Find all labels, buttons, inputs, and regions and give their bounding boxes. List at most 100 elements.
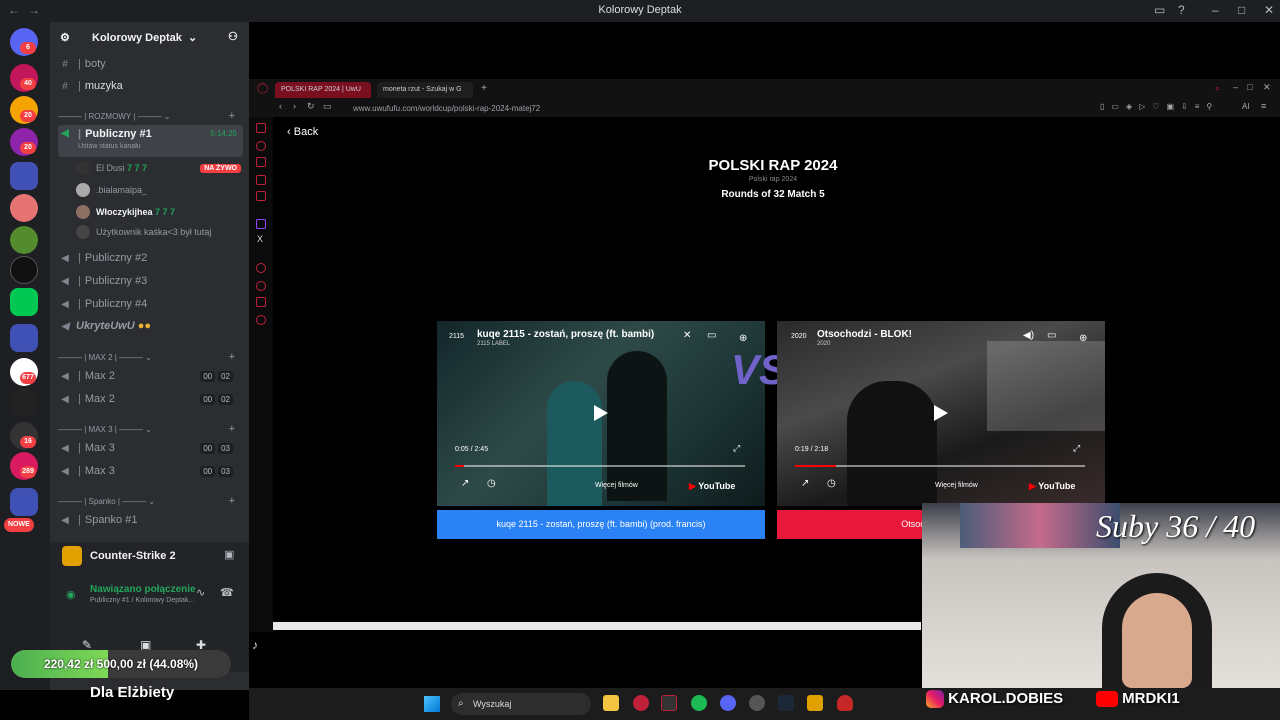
channel-publiczny-2[interactable]: ◀ | Publiczny #2 [58,248,243,268]
video-title[interactable]: Otsochodzi - BLOK! [817,329,912,340]
settings-icon[interactable] [256,315,266,325]
voice-user[interactable]: .bialamalpa_ [76,181,147,199]
youtube-logo[interactable]: ▶ YouTube [689,481,735,492]
help-icon[interactable]: ? [1178,3,1185,17]
spotify-icon[interactable] [691,695,707,711]
share-icon[interactable]: ↗ [461,478,469,489]
sidebar-icon[interactable] [256,191,266,201]
cs2-icon[interactable] [807,695,823,711]
search-tabs-icon[interactable]: ⌕ [1215,83,1220,94]
sidebar-icon[interactable] [256,175,266,185]
video-title[interactable]: kuqe 2115 - zostań, proszę (ft. bambi) [477,329,654,340]
category-max2[interactable]: ——— | MAX 2 | ——— ⌄ + [58,351,243,363]
sidebar-icon[interactable] [256,141,266,151]
channel-boty[interactable]: # | boty [58,54,243,74]
play-icon[interactable] [594,405,608,421]
video-player-right[interactable]: 2020 Otsochodzi - BLOK! 2020 ◀) ▭ ⊕ 0:19… [777,321,1105,506]
menu-icon[interactable]: ≡ [1261,101,1266,111]
ai-button[interactable]: AI [1242,102,1250,111]
noise-suppression-icon[interactable]: ∿ [196,586,205,599]
video-player-left[interactable]: 2115 kuqe 2115 - zostań, proszę (ft. bam… [437,321,765,506]
zoom-icon[interactable]: ⊕ [739,333,747,344]
sidebar-icon[interactable] [256,123,266,133]
back-icon[interactable]: ‹ [279,101,282,111]
vpn-icon[interactable]: ▭ [323,101,332,112]
discord-icon[interactable] [720,695,736,711]
obs-icon[interactable] [749,695,765,711]
watch-later-icon[interactable]: ◷ [827,478,836,489]
share-icon[interactable]: ↗ [801,478,809,489]
reload-icon[interactable]: ↻ [307,101,315,112]
add-channel-icon[interactable]: + [229,423,235,435]
inbox-icon[interactable]: ▭ [1154,3,1165,17]
channel-max3[interactable]: ◀ | Max 3 00 03 [58,438,243,458]
add-user-icon[interactable]: ⚇ [228,30,238,43]
twitch-icon[interactable] [256,219,266,229]
fullscreen-icon[interactable]: ⤢ [1073,443,1080,454]
channel-max2[interactable]: ◀ | Max 2 00 02 [58,389,243,409]
watch-later-icon[interactable]: ◷ [487,478,496,489]
category-rozmowy[interactable]: ——— | ROZMOWY | ——— ⌄ + [58,110,243,122]
file-explorer-icon[interactable] [603,695,619,711]
more-videos[interactable]: Więcej filmów [935,482,978,489]
channel-max2[interactable]: ◀ | Max 2 00 02 [58,366,243,386]
forward-icon[interactable]: › [293,101,296,111]
video-progress[interactable] [455,465,745,467]
activity-icon[interactable]: ▣ [224,548,234,561]
soundboard-icon[interactable]: ♪ [252,638,258,652]
gear-icon[interactable]: ⚙ [60,31,70,44]
captions-icon[interactable]: ▭ [707,330,716,341]
folder-icon[interactable] [10,324,38,352]
channel-publiczny-1[interactable]: ◀ | Publiczny #1 5:14:25 Ustaw status kana… [58,125,243,157]
fullscreen-icon[interactable]: ⤢ [733,443,740,454]
sidebar-icon[interactable] [256,263,266,273]
voice-user[interactable]: El Dusi 7 7 7 NA ŻYWO [76,159,241,177]
mute-icon[interactable]: ✕ [683,330,691,341]
horizontal-scrollbar[interactable] [273,622,921,630]
voice-user[interactable]: Włoczykijhea 7 7 7 [76,203,175,221]
sidebar-icon[interactable] [256,157,266,167]
new-tab-icon[interactable]: + [481,83,487,94]
taskbar-search[interactable]: ⌕ Wyszukaj [451,693,591,715]
maximize-icon[interactable]: □ [1247,82,1252,92]
vanguard-icon[interactable] [837,695,853,711]
windows-start-icon[interactable] [424,696,440,712]
volume-icon[interactable]: ◀) [1023,330,1034,341]
captions-icon[interactable]: ▭ [1047,330,1056,341]
opera-logo-icon[interactable]: ◯ [257,83,268,94]
minimize-icon[interactable]: – [1233,82,1238,92]
add-channel-icon[interactable]: + [229,110,235,122]
server-icon[interactable] [10,226,38,254]
add-channel-icon[interactable]: + [229,495,235,507]
close-icon[interactable]: ✕ [1263,82,1271,93]
add-channel-icon[interactable]: + [229,351,235,363]
app-icon[interactable] [661,695,677,711]
folder-icon[interactable] [10,162,38,190]
play-icon[interactable] [934,405,948,421]
opera-icon[interactable] [633,695,649,711]
channel-ukryte[interactable]: ◀ UkryteUwU ●● [58,316,243,336]
channel-spanko-1[interactable]: ◀ | Spanko #1 [58,510,243,530]
x-icon[interactable]: X [257,234,263,244]
tab-polski-rap[interactable]: POLSKI RAP 2024 | UwU [275,82,371,98]
channel-publiczny-3[interactable]: ◀ | Publiczny #3 [58,271,243,291]
history-icon[interactable] [256,281,266,291]
folder-icon[interactable] [10,488,38,516]
tab-moneta[interactable]: moneta rzut - Szukaj w G [377,82,473,98]
server-icon[interactable] [10,388,38,416]
minimize-icon[interactable]: – [1212,3,1219,17]
set-status-link[interactable]: Ustaw status kanału [78,143,141,150]
server-icon[interactable] [10,194,38,222]
youtube-logo[interactable]: ▶ YouTube [1029,481,1075,492]
disconnect-icon[interactable]: ☎ [220,586,234,599]
channel-muzyka[interactable]: # | muzyka [58,76,243,96]
channel-publiczny-4[interactable]: ◀ | Publiczny #4 [58,294,243,314]
zoom-icon[interactable]: ⊕ [1079,333,1087,344]
more-videos[interactable]: Więcej filmów [595,482,638,489]
sidebar-icon[interactable] [256,297,266,307]
toolbar-icons[interactable]: ▯▭◈▷♡▣⇩≡⚲ [1100,102,1219,111]
steam-icon[interactable] [778,695,794,711]
voice-user[interactable]: Użytkownik kaśka<3 był tutaj [76,223,211,241]
maximize-icon[interactable]: □ [1238,3,1245,17]
url-field[interactable]: www.uwufufu.com/worldcup/polski-rap-2024… [353,102,1053,115]
